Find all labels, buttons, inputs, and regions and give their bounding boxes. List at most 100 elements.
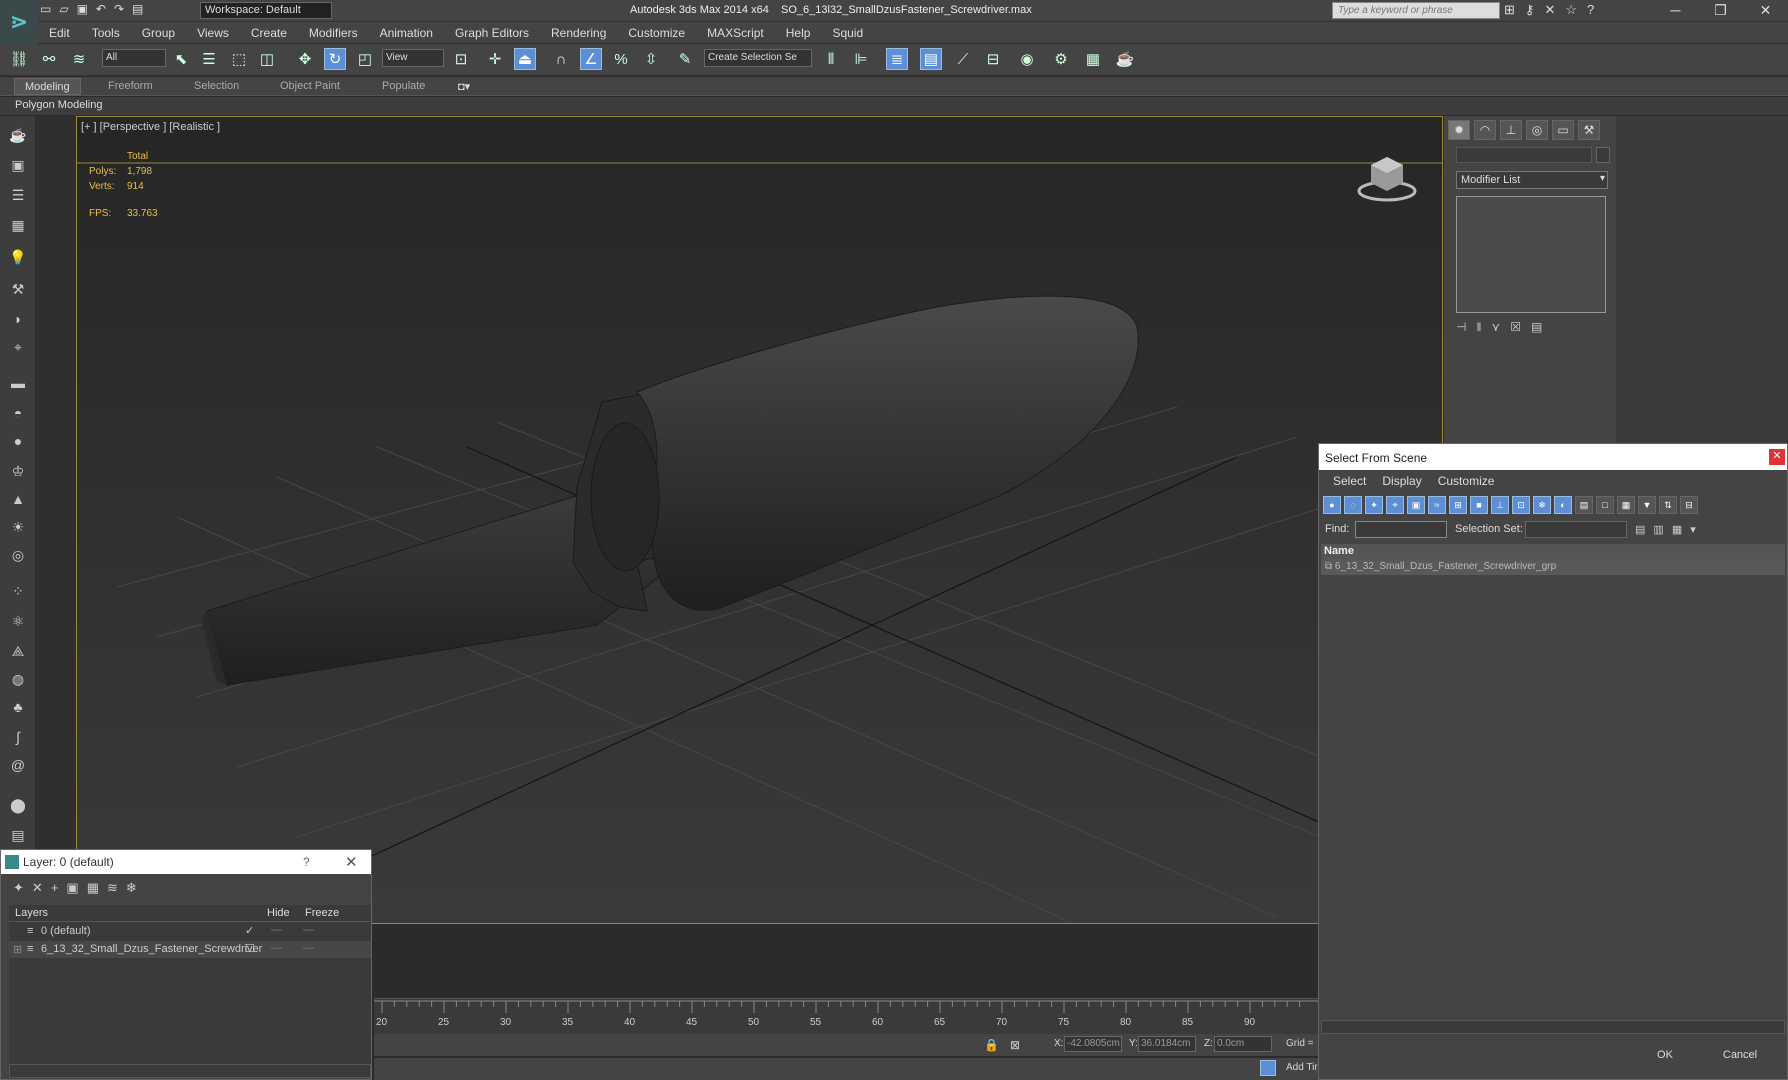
hide-toggle[interactable]: — — [271, 924, 282, 936]
menu-animation[interactable]: Animation — [369, 26, 444, 40]
bind-spacewarp-icon[interactable]: ≋ — [68, 48, 90, 70]
sun-icon[interactable]: ☀ — [7, 516, 29, 538]
add-to-layer-icon[interactable]: + — [51, 880, 59, 896]
snaps-toggle-icon[interactable]: ∩ — [550, 48, 572, 70]
absolute-mode-icon[interactable]: ⊠ — [1010, 1038, 1020, 1052]
scale-icon[interactable]: ◰ — [354, 48, 376, 70]
curve-editor-icon[interactable]: ⟋ — [952, 48, 974, 70]
options-chevron-icon[interactable]: ▾ — [1690, 523, 1696, 536]
modifier-list-dropdown[interactable]: Modifier List ▾ — [1456, 171, 1608, 189]
tab-freeform[interactable]: Freeform — [98, 78, 163, 95]
geometry-filter-icon[interactable]: ● — [1323, 496, 1341, 514]
move-icon[interactable]: ✥ — [294, 48, 316, 70]
teapot-icon[interactable]: ☕ — [7, 124, 29, 146]
menu-select[interactable]: Select — [1325, 470, 1374, 492]
x-coordinate-field[interactable]: -42.0805cm — [1064, 1036, 1122, 1052]
graphite-toolbar-icon[interactable]: ▤ — [920, 48, 942, 70]
spacewarps-filter-icon[interactable]: ≈ — [1428, 496, 1446, 514]
hemisphere-icon[interactable]: ◓ — [7, 402, 29, 424]
material-editor-icon[interactable]: ◉ — [1016, 48, 1038, 70]
menu-help[interactable]: Help — [775, 26, 822, 40]
create-set-icon[interactable]: ▤ — [1635, 523, 1645, 536]
utilities-tab-icon[interactable]: ⚒ — [1578, 120, 1600, 140]
bone-icon[interactable]: ⚒ — [7, 278, 29, 300]
pin-stack-icon[interactable]: ⊣ — [1456, 320, 1466, 334]
save-icon[interactable]: ▣ — [77, 2, 88, 20]
xrefs-filter-icon[interactable]: ■ — [1470, 496, 1488, 514]
rectangle-region-icon[interactable]: ⬚ — [228, 48, 250, 70]
hide-all-icon[interactable]: ≋ — [107, 880, 118, 896]
redo-icon[interactable]: ↷ — [114, 2, 124, 20]
rotate-icon[interactable]: ↻ — [324, 48, 346, 70]
new-layer-icon[interactable]: ✦ — [13, 880, 24, 896]
help-search-input[interactable]: Type a keyword or phrase — [1332, 2, 1500, 19]
menu-display[interactable]: Display — [1374, 470, 1429, 492]
hidden-filter-icon[interactable]: ◐ — [1554, 496, 1572, 514]
menu-customize[interactable]: Customize — [617, 26, 696, 40]
render-setup-icon[interactable]: ⚙ — [1050, 48, 1072, 70]
pivot-center-icon[interactable]: ⊡ — [450, 48, 472, 70]
hide-toggle[interactable]: — — [271, 942, 282, 954]
particles-icon[interactable]: ⁘ — [7, 580, 29, 602]
menu-customize[interactable]: Customize — [1430, 470, 1503, 492]
project-folder-icon[interactable]: ▤ — [132, 2, 143, 20]
selection-set-dropdown[interactable] — [1525, 521, 1627, 538]
mirror-icon[interactable]: ⫴ — [820, 48, 842, 70]
reference-coordinate-dropdown[interactable]: View — [382, 49, 444, 67]
help-button[interactable]: ? — [303, 855, 310, 869]
expand-icon[interactable]: ⊞ — [13, 943, 22, 956]
funnel-icon[interactable]: ▼ — [1638, 496, 1656, 514]
keyboard-shortcut-override-icon[interactable]: ⏏ — [514, 48, 536, 70]
show-end-result-icon[interactable]: ‖ — [1476, 320, 1481, 334]
collapse-icon[interactable]: ⊟ — [1680, 496, 1698, 514]
containers-filter-icon[interactable]: ⊡ — [1512, 496, 1530, 514]
lights-filter-icon[interactable]: ✦ — [1365, 496, 1383, 514]
modify-tab-icon[interactable]: ◠ — [1474, 120, 1496, 140]
app-logo-icon[interactable]: ⋗ — [0, 0, 38, 44]
table-row[interactable]: ⊞ ≡ 6_13_32_Small_Dzus_Fastener_Screwdri… — [9, 941, 371, 958]
invert-display-icon[interactable]: ▦ — [1617, 496, 1635, 514]
y-coordinate-field[interactable]: 36.0184cm — [1138, 1036, 1196, 1052]
close-icon[interactable]: ✕ — [1769, 449, 1785, 465]
window-crossing-icon[interactable]: ◫ — [256, 48, 278, 70]
highlight-layer-icon[interactable]: ▦ — [87, 880, 99, 896]
list-icon[interactable]: ☰ — [7, 184, 29, 206]
select-in-layer-icon[interactable]: ▣ — [66, 880, 78, 896]
restore-button[interactable]: ❐ — [1698, 0, 1743, 22]
time-tag-icon[interactable] — [1260, 1060, 1276, 1076]
select-object-icon[interactable]: ⬉ — [170, 48, 192, 70]
workspace-dropdown[interactable]: Workspace: Default — [200, 2, 332, 19]
menu-rendering[interactable]: Rendering — [540, 26, 617, 40]
perspective-viewport[interactable]: [+ ] [Perspective ] [Realistic ] Total P… — [76, 116, 1443, 924]
tab-populate[interactable]: Populate — [372, 78, 435, 95]
menu-views[interactable]: Views — [186, 26, 240, 40]
open-file-icon[interactable]: ▱ — [59, 2, 68, 20]
select-manipulate-icon[interactable]: ✛ — [484, 48, 506, 70]
render-production-icon[interactable]: ☕ — [1114, 48, 1136, 70]
edit-named-selection-icon[interactable]: ✎ — [674, 48, 696, 70]
menu-tools[interactable]: Tools — [81, 26, 131, 40]
help-icon[interactable]: ? — [1587, 2, 1594, 18]
exchange-icon[interactable]: ✕ — [1544, 2, 1555, 18]
delete-layer-icon[interactable]: ✕ — [32, 880, 43, 896]
ok-button[interactable]: OK — [1637, 1044, 1693, 1066]
camera-icon[interactable]: ⌖ — [7, 336, 29, 358]
table-row[interactable]: ≡ 0 (default) ✓ — — — [9, 923, 371, 940]
cone-icon[interactable]: ▲ — [7, 488, 29, 510]
molecule-icon[interactable]: ⚛ — [7, 610, 29, 632]
link-icon[interactable]: ⛓ — [8, 48, 30, 70]
grid-icon[interactable]: ▦ — [7, 214, 29, 236]
remove-modifier-icon[interactable]: ☒ — [1510, 320, 1521, 334]
helpers-filter-icon[interactable]: ▣ — [1407, 496, 1425, 514]
horizontal-scrollbar[interactable] — [1321, 1020, 1785, 1034]
menu-group[interactable]: Group — [131, 26, 186, 40]
schematic-view-icon[interactable]: ⊟ — [982, 48, 1004, 70]
horizontal-scrollbar[interactable] — [9, 1064, 371, 1078]
selection-lock-icon[interactable]: 🔒 — [984, 1038, 999, 1052]
material-ball-icon[interactable]: ⬤ — [7, 794, 29, 816]
freeze-column-header[interactable]: Freeze — [305, 907, 339, 919]
add-to-set-icon[interactable]: ▥ — [1653, 523, 1663, 536]
tab-object-paint[interactable]: Object Paint — [270, 78, 350, 95]
viewport-label[interactable]: [+ ] [Perspective ] [Realistic ] — [81, 121, 220, 133]
layer-manager-icon[interactable]: ≣ — [886, 48, 908, 70]
